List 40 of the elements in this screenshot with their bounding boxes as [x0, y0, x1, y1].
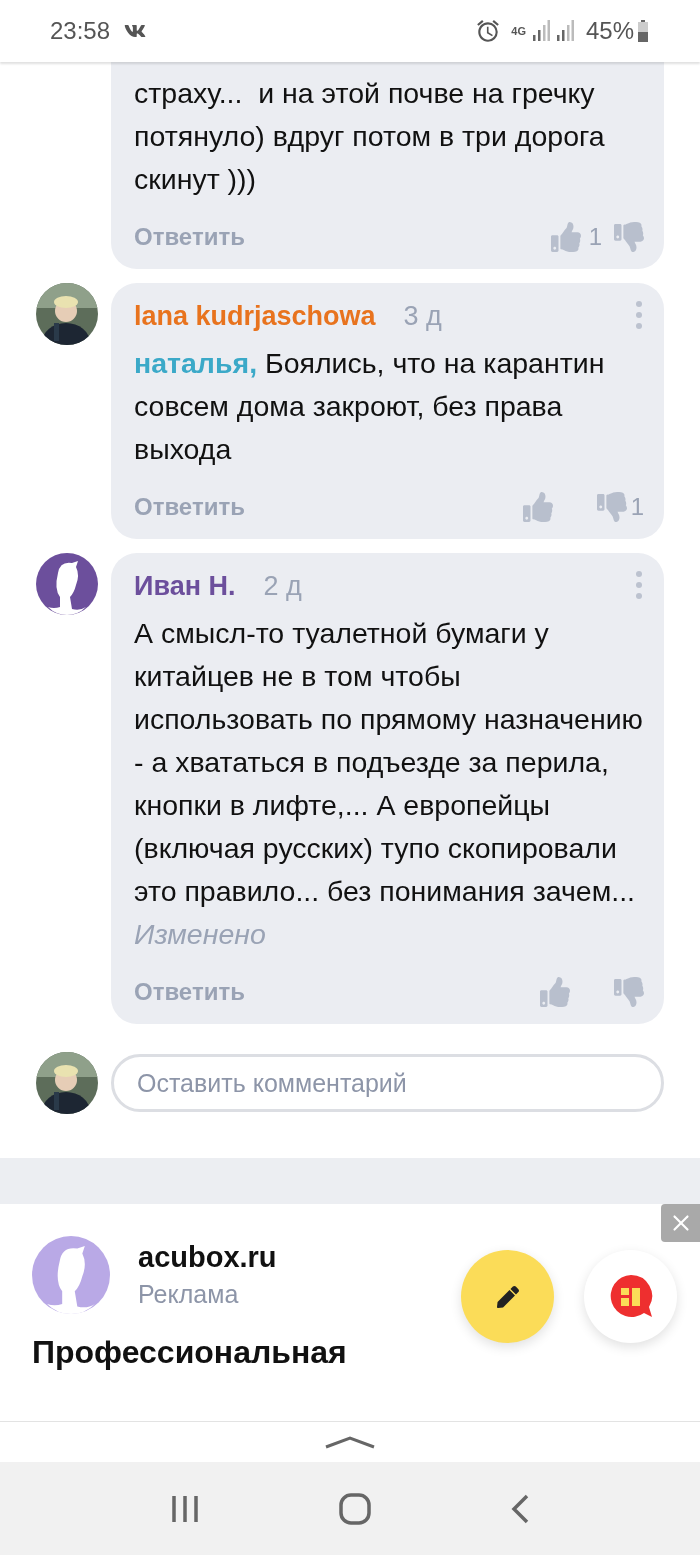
dislike-icon[interactable]: [614, 977, 644, 1007]
network-type: 4G: [511, 25, 526, 37]
avatar-icon: [32, 1236, 110, 1314]
chevron-up-icon[interactable]: [324, 1435, 376, 1449]
author-name[interactable]: Иван Н.: [134, 571, 236, 602]
more-icon[interactable]: [636, 571, 642, 599]
mention-link[interactable]: наталья,: [134, 347, 258, 379]
comment-text: А смысл-то туалетной бумаги у китайцев не в том чтобы использовать по прямому назначению - а хвататься в подъезде за перила, кнопки в лифте,... А европейцы (включая русских) тупо скопировали это правило... без понимания зачем... Изменено: [134, 616, 644, 952]
comment-text: страху... и на этой почве на гречку потянуло) вдруг потом в три дорога скинут ))): [134, 76, 606, 197]
back-icon[interactable]: [510, 1493, 531, 1524]
dislike-icon[interactable]: [596, 492, 627, 522]
home-icon[interactable]: [339, 1492, 371, 1525]
comment-input[interactable]: Оставить комментарий: [111, 1054, 664, 1112]
battery-percent: 45%: [585, 17, 634, 45]
battery-icon: [638, 20, 648, 42]
like-icon[interactable]: [550, 222, 581, 252]
author-name[interactable]: lana kudrjaschowa: [134, 301, 376, 332]
signal-icon: [531, 20, 550, 42]
comment-text: наталья, Боялись, что на карантин совсем дома закроют, без права выхода: [134, 346, 606, 467]
ad-label: Реклама: [138, 1280, 240, 1309]
avatar-icon: [36, 553, 98, 615]
ad-headline[interactable]: Профессиональная: [32, 1334, 668, 1371]
like-icon[interactable]: [540, 977, 570, 1007]
reply-link[interactable]: Ответить: [134, 493, 245, 521]
status-time: 23:58: [50, 17, 111, 45]
alarm-icon: [475, 18, 502, 44]
pencil-icon: [496, 1285, 519, 1308]
more-icon[interactable]: [636, 301, 642, 329]
like-icon[interactable]: [522, 492, 553, 522]
reply-link[interactable]: Ответить: [134, 223, 245, 251]
comment-time: 2 д: [263, 571, 302, 602]
like-count: 1: [588, 223, 602, 251]
dislike-count: 1: [630, 493, 644, 521]
reply-link[interactable]: Ответить: [134, 978, 245, 1006]
recents-icon[interactable]: [169, 1493, 200, 1524]
dislike-icon[interactable]: [614, 222, 644, 252]
ad-site[interactable]: acubox.ru: [138, 1241, 277, 1274]
comment-time: 3 д: [403, 301, 442, 332]
close-button[interactable]: [661, 1204, 700, 1242]
signal-icon: [555, 20, 574, 42]
